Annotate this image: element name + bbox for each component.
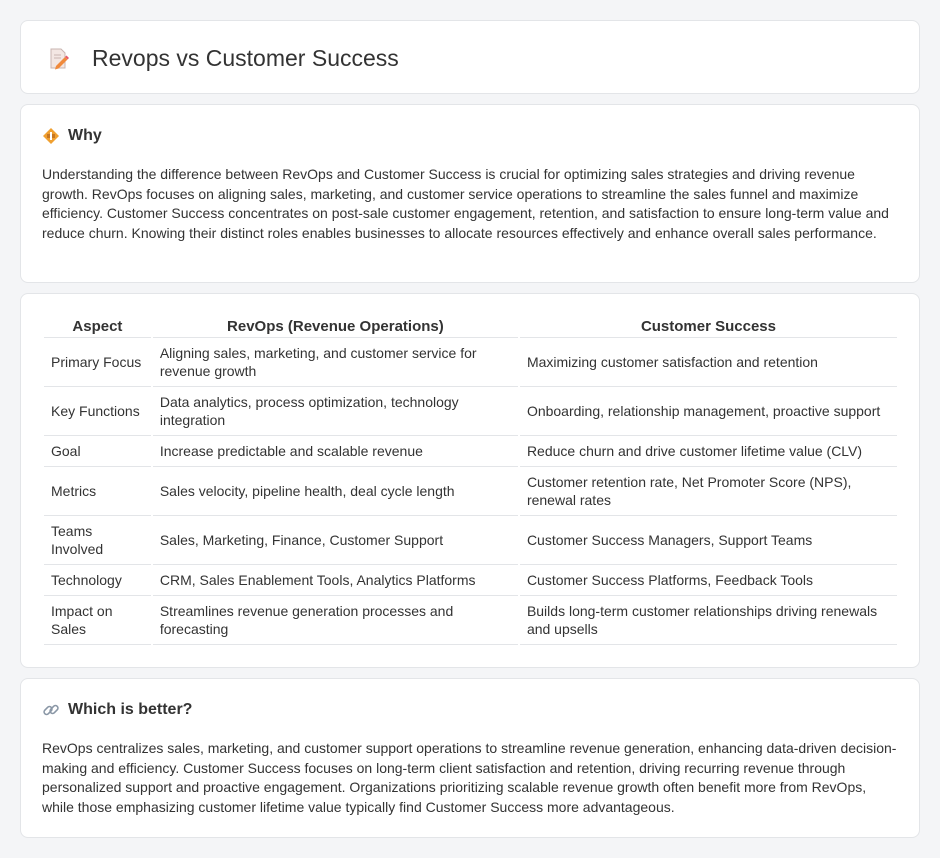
row-aspect: Metrics (44, 467, 151, 516)
row-customer-success: Reduce churn and drive customer lifetime… (519, 436, 897, 467)
row-aspect: Impact on Sales (44, 596, 151, 645)
better-text: RevOps centralizes sales, marketing, and… (42, 740, 897, 815)
comparison-table-card: Aspect RevOps (Revenue Operations) Custo… (20, 293, 920, 668)
row-aspect: Technology (44, 565, 151, 596)
row-revops: Sales, Marketing, Finance, Customer Supp… (152, 516, 518, 565)
comparison-table: Aspect RevOps (Revenue Operations) Custo… (42, 314, 899, 645)
row-aspect: Teams Involved (44, 516, 151, 565)
row-revops: Sales velocity, pipeline health, deal cy… (152, 467, 518, 516)
better-title: Which is better? (68, 701, 193, 718)
column-header-customer-success: Customer Success (519, 314, 897, 338)
diamond-warning-icon (42, 127, 60, 145)
table-row: Key Functions Data analytics, process op… (44, 387, 897, 436)
table-row: Primary Focus Aligning sales, marketing,… (44, 338, 897, 387)
row-aspect: Goal (44, 436, 151, 467)
row-customer-success: Customer retention rate, Net Promoter Sc… (519, 467, 897, 516)
row-revops: Streamlines revenue generation processes… (152, 596, 518, 645)
row-aspect: Primary Focus (44, 338, 151, 387)
table-row: Teams Involved Sales, Marketing, Finance… (44, 516, 897, 565)
row-customer-success: Customer Success Platforms, Feedback Too… (519, 565, 897, 596)
better-heading: Which is better? (42, 701, 192, 719)
column-header-aspect: Aspect (44, 314, 151, 338)
header-card: Revops vs Customer Success (20, 20, 920, 94)
row-revops: Increase predictable and scalable revenu… (152, 436, 518, 467)
row-revops: Aligning sales, marketing, and customer … (152, 338, 518, 387)
row-aspect: Key Functions (44, 387, 151, 436)
why-title: Why (68, 127, 102, 144)
table-row: Metrics Sales velocity, pipeline health,… (44, 467, 897, 516)
table-row: Technology CRM, Sales Enablement Tools, … (44, 565, 897, 596)
why-section: Why Understanding the difference between… (20, 104, 920, 283)
row-customer-success: Onboarding, relationship management, pro… (519, 387, 897, 436)
why-text: Understanding the difference between Rev… (42, 166, 889, 241)
row-revops: Data analytics, process optimization, te… (152, 387, 518, 436)
row-customer-success: Builds long-term customer relationships … (519, 596, 897, 645)
table-row: Impact on Sales Streamlines revenue gene… (44, 596, 897, 645)
link-icon (42, 701, 60, 719)
which-is-better-section: Which is better? RevOps centralizes sale… (20, 678, 920, 838)
column-header-revops: RevOps (Revenue Operations) (152, 314, 518, 338)
document-pencil-icon (48, 47, 69, 70)
table-header-row: Aspect RevOps (Revenue Operations) Custo… (44, 314, 897, 338)
page-title: Revops vs Customer Success (92, 45, 399, 71)
table-row: Goal Increase predictable and scalable r… (44, 436, 897, 467)
row-customer-success: Customer Success Managers, Support Teams (519, 516, 897, 565)
why-heading: Why (42, 127, 102, 145)
row-customer-success: Maximizing customer satisfaction and ret… (519, 338, 897, 387)
row-revops: CRM, Sales Enablement Tools, Analytics P… (152, 565, 518, 596)
